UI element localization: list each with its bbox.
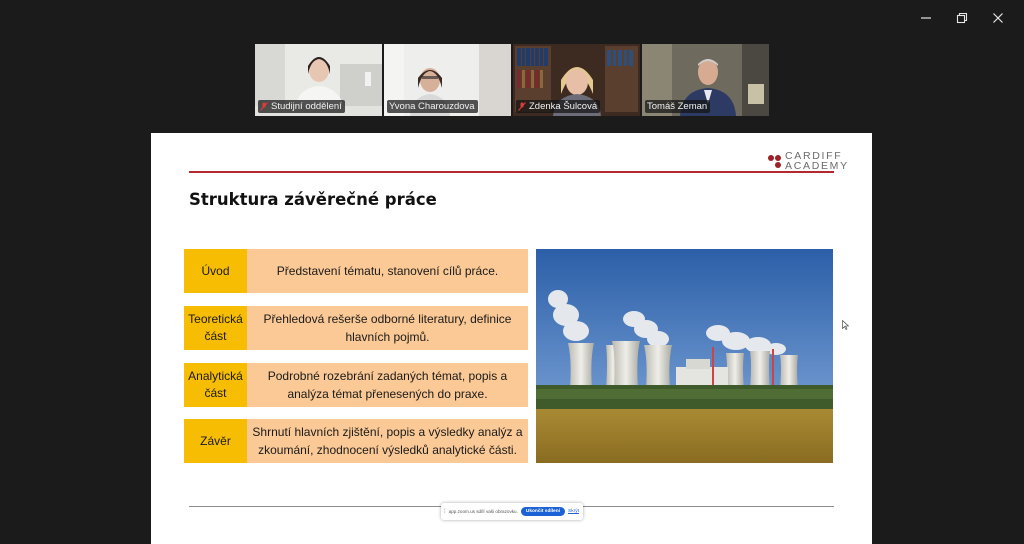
participant-name: Yvona Charouzdova (389, 101, 475, 112)
minimize-icon (921, 17, 931, 19)
row-value: Přehledová rešerše odborné literatury, d… (247, 306, 528, 350)
participant-name: Studijní oddělení (271, 101, 342, 112)
participant-tile[interactable]: Studijní oddělení (255, 44, 382, 116)
participant-tile-active-speaker[interactable]: Tomáš Zeman (642, 44, 769, 116)
row-key: Teoretická část (184, 306, 247, 350)
participant-label: Tomáš Zeman (645, 100, 711, 113)
window-controls (908, 8, 1016, 28)
participant-label: Zdenka Šulcová (516, 100, 601, 113)
participant-tile[interactable]: Zdenka Šulcová (513, 44, 640, 116)
participant-strip: Studijní oddělení Yvona Charouzdova Zden… (255, 44, 769, 116)
minimize-button[interactable] (908, 8, 944, 28)
structure-row: Teoretická část Přehledová rešerše odbor… (184, 306, 528, 350)
row-value: Představení tématu, stanovení cílů práce… (247, 249, 528, 293)
cardiff-academy-logo: CARDIFF ACADEMY (768, 151, 849, 171)
hide-link[interactable]: Skrýt (568, 509, 579, 514)
shared-screen-slide: CARDIFF ACADEMY Struktura závěrečné prác… (151, 133, 872, 544)
power-plant-photo (536, 249, 833, 463)
cursor-icon (842, 320, 849, 330)
participant-label: Yvona Charouzdova (387, 100, 478, 113)
row-value: Podrobné rozebrání zadaných témat, popis… (247, 363, 528, 407)
participant-label: Studijní oddělení (258, 100, 345, 113)
participant-name: Tomáš Zeman (647, 101, 708, 112)
participant-tile[interactable]: Yvona Charouzdova (384, 44, 511, 116)
mic-muted-icon (260, 102, 268, 111)
row-value: Shrnutí hlavních zjištění, popis a výsle… (247, 419, 528, 463)
row-key: Analytická část (184, 363, 247, 407)
stop-sharing-button[interactable]: Ukončit sdílení (520, 507, 565, 516)
close-button[interactable] (980, 8, 1016, 28)
participant-name: Zdenka Šulcová (529, 101, 598, 112)
restore-button[interactable] (944, 8, 980, 28)
close-icon (993, 13, 1003, 23)
logo-text-line2: ACADEMY (785, 160, 849, 172)
mic-muted-icon (518, 102, 526, 111)
structure-row: Úvod Představení tématu, stanovení cílů … (184, 249, 528, 293)
restore-icon (956, 12, 968, 24)
structure-row: Závěr Shrnutí hlavních zjištění, popis a… (184, 419, 528, 463)
share-message: app.zoom.us sdílí vaši obrazovku. (448, 509, 518, 514)
logo-dots-icon (768, 154, 781, 168)
screen-share-bar: ⁞ app.zoom.us sdílí vaši obrazovku. Ukon… (441, 503, 583, 520)
slide-header-line (189, 171, 834, 173)
row-key: Závěr (184, 419, 247, 463)
structure-row: Analytická část Podrobné rozebrání zadan… (184, 363, 528, 407)
slide-title: Struktura závěrečné práce (189, 190, 437, 209)
row-key: Úvod (184, 249, 247, 293)
drag-handle-icon[interactable]: ⁞ (444, 509, 446, 515)
